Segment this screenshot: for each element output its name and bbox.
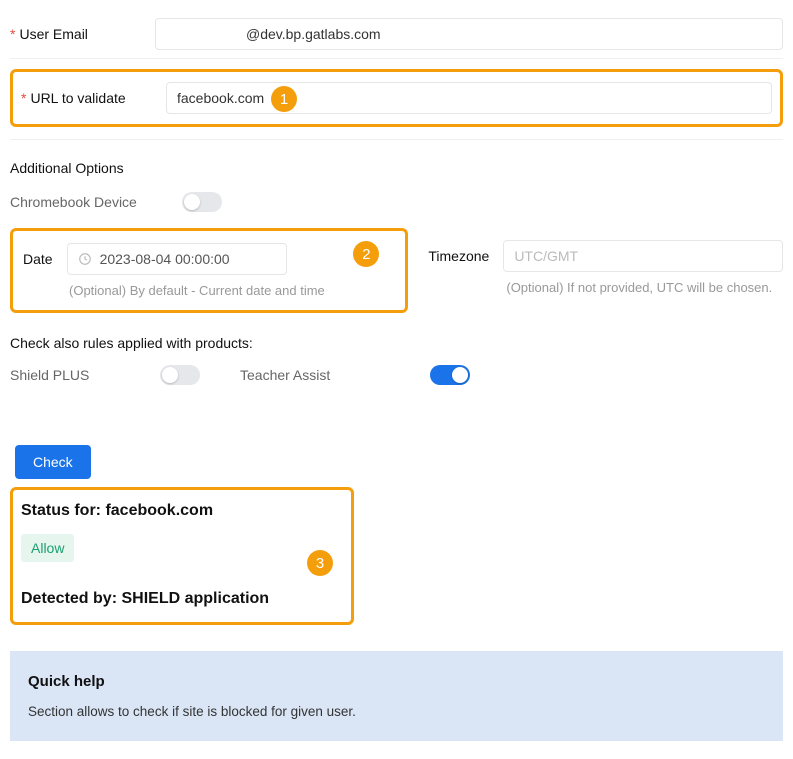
- date-timezone-group: Date 2023-08-04 00:00:00 (Optional) By d…: [10, 228, 783, 313]
- callout-badge-1: 1: [271, 86, 297, 112]
- rules-title: Check also rules applied with products:: [10, 335, 783, 351]
- clock-icon: [78, 252, 92, 266]
- shield-plus-toggle[interactable]: [160, 365, 200, 385]
- timezone-label: Timezone: [428, 248, 489, 264]
- rules-row: Shield PLUS Teacher Assist: [10, 365, 783, 385]
- additional-options-title: Additional Options: [10, 160, 783, 176]
- teacher-assist-row: Teacher Assist: [240, 365, 470, 385]
- divider: [10, 139, 783, 140]
- detected-by-label: Detected by:: [21, 590, 117, 607]
- timezone-hint: (Optional) If not provided, UTC will be …: [428, 280, 783, 295]
- callout-badge-3: 3: [307, 550, 333, 576]
- quick-help-panel: Quick help Section allows to check if si…: [10, 651, 783, 741]
- result-highlight: Status for: facebook.com Allow Detected …: [10, 487, 354, 625]
- date-hint: (Optional) By default - Current date and…: [23, 283, 395, 298]
- timezone-field-row: Timezone UTC/GMT: [428, 240, 783, 272]
- timezone-col: Timezone UTC/GMT (Optional) If not provi…: [428, 228, 783, 295]
- user-email-row: *User Email: [10, 10, 783, 59]
- chromebook-toggle[interactable]: [182, 192, 222, 212]
- teacher-assist-label: Teacher Assist: [240, 367, 430, 383]
- timezone-placeholder: UTC/GMT: [514, 248, 772, 264]
- status-for-label: Status for:: [21, 502, 101, 519]
- shield-plus-label: Shield PLUS: [10, 367, 160, 383]
- url-validate-label-text: URL to validate: [30, 90, 125, 106]
- url-validate-input[interactable]: [166, 82, 772, 114]
- url-validate-row: *URL to validate: [21, 82, 772, 114]
- user-email-input[interactable]: [155, 18, 783, 50]
- chromebook-label: Chromebook Device: [10, 194, 170, 210]
- quick-help-title: Quick help: [28, 673, 765, 690]
- date-label: Date: [23, 251, 53, 267]
- required-star: *: [10, 26, 15, 42]
- quick-help-text: Section allows to check if site is block…: [28, 704, 765, 719]
- shield-plus-row: Shield PLUS: [10, 365, 200, 385]
- date-input[interactable]: 2023-08-04 00:00:00: [67, 243, 287, 275]
- timezone-input[interactable]: UTC/GMT: [503, 240, 783, 272]
- detected-by: Detected by: SHIELD application: [21, 590, 343, 608]
- user-email-label-text: User Email: [19, 26, 87, 42]
- url-validate-label: *URL to validate: [21, 90, 166, 106]
- date-value: 2023-08-04 00:00:00: [100, 251, 276, 267]
- status-site: facebook.com: [105, 502, 213, 519]
- required-star: *: [21, 90, 26, 106]
- date-field-row: Date 2023-08-04 00:00:00: [23, 243, 395, 275]
- detected-by-value: SHIELD application: [121, 590, 269, 607]
- status-title: Status for: facebook.com: [21, 502, 343, 520]
- date-highlight: Date 2023-08-04 00:00:00 (Optional) By d…: [10, 228, 408, 313]
- teacher-assist-toggle[interactable]: [430, 365, 470, 385]
- chromebook-row: Chromebook Device: [10, 192, 783, 212]
- url-validate-highlight: *URL to validate 1: [10, 69, 783, 127]
- user-email-label: *User Email: [10, 26, 155, 42]
- status-verdict-badge: Allow: [21, 534, 74, 562]
- check-button[interactable]: Check: [15, 445, 91, 479]
